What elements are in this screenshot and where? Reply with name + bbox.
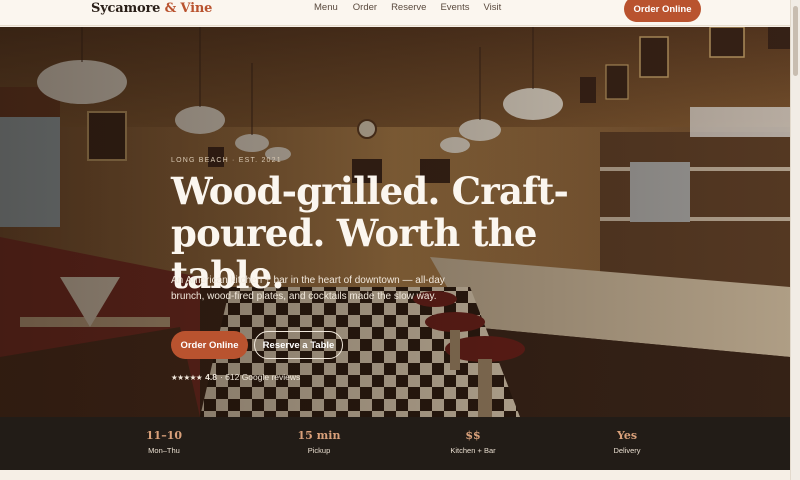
review-count: · 612 Google reviews: [219, 372, 301, 382]
nav-item-order[interactable]: Order: [353, 2, 377, 14]
hero-section: LONG BEACH · EST. 2021 Wood-grilled. Cra…: [0, 27, 790, 417]
page-bottom-strip: [0, 470, 790, 480]
stat-value: Yes: [616, 429, 638, 442]
hero-subcopy: An American kitchen + bar in the heart o…: [171, 275, 445, 302]
scrollbar-thumb[interactable]: [793, 6, 798, 76]
stat-delivery: Yes Delivery: [572, 429, 682, 456]
logo-main: Sycamore: [91, 1, 161, 16]
rating-score: 4.8: [205, 372, 217, 382]
logo-amp: & Vine: [164, 1, 213, 16]
stat-label: Pickup: [307, 446, 331, 455]
main-nav: Menu Order Reserve Events Visit: [314, 2, 501, 14]
header-order-online-button[interactable]: Order Online: [624, 0, 701, 22]
hero-headline-line-1: Wood-grilled. Craft-: [171, 169, 569, 213]
stat-label: Delivery: [613, 446, 641, 455]
logo[interactable]: Sycamore & Vine: [91, 0, 212, 18]
nav-item-events[interactable]: Events: [440, 2, 469, 14]
hero-order-online-button[interactable]: Order Online: [171, 331, 248, 359]
page-scrollbar[interactable]: [790, 0, 800, 480]
stat-value: 11–10: [145, 429, 183, 442]
nav-item-menu[interactable]: Menu: [314, 2, 338, 14]
nav-item-reserve[interactable]: Reserve: [391, 2, 426, 14]
info-stats-bar: 11–10 Mon–Thu 15 min Pickup $$ Kitchen +…: [0, 417, 790, 470]
stat-value: 15 min: [297, 429, 341, 442]
google-rating: ★★★★★ 4.8 · 612 Google reviews: [171, 372, 300, 382]
site-header: Sycamore & Vine Menu Order Reserve Event…: [0, 0, 790, 26]
stat-label: Mon–Thu: [148, 446, 180, 455]
stat-value: $$: [465, 429, 481, 442]
nav-item-visit[interactable]: Visit: [483, 2, 501, 14]
stat-pickup: 15 min Pickup: [264, 429, 374, 456]
stat-label: Kitchen + Bar: [450, 446, 496, 455]
stat-price: $$ Kitchen + Bar: [418, 429, 528, 456]
hero-eyebrow: LONG BEACH · EST. 2021: [171, 157, 282, 164]
hero-reserve-table-button[interactable]: Reserve a Table: [254, 331, 343, 359]
star-rating-icon: ★★★★★: [171, 372, 203, 382]
stat-hours: 11–10 Mon–Thu: [109, 429, 219, 456]
